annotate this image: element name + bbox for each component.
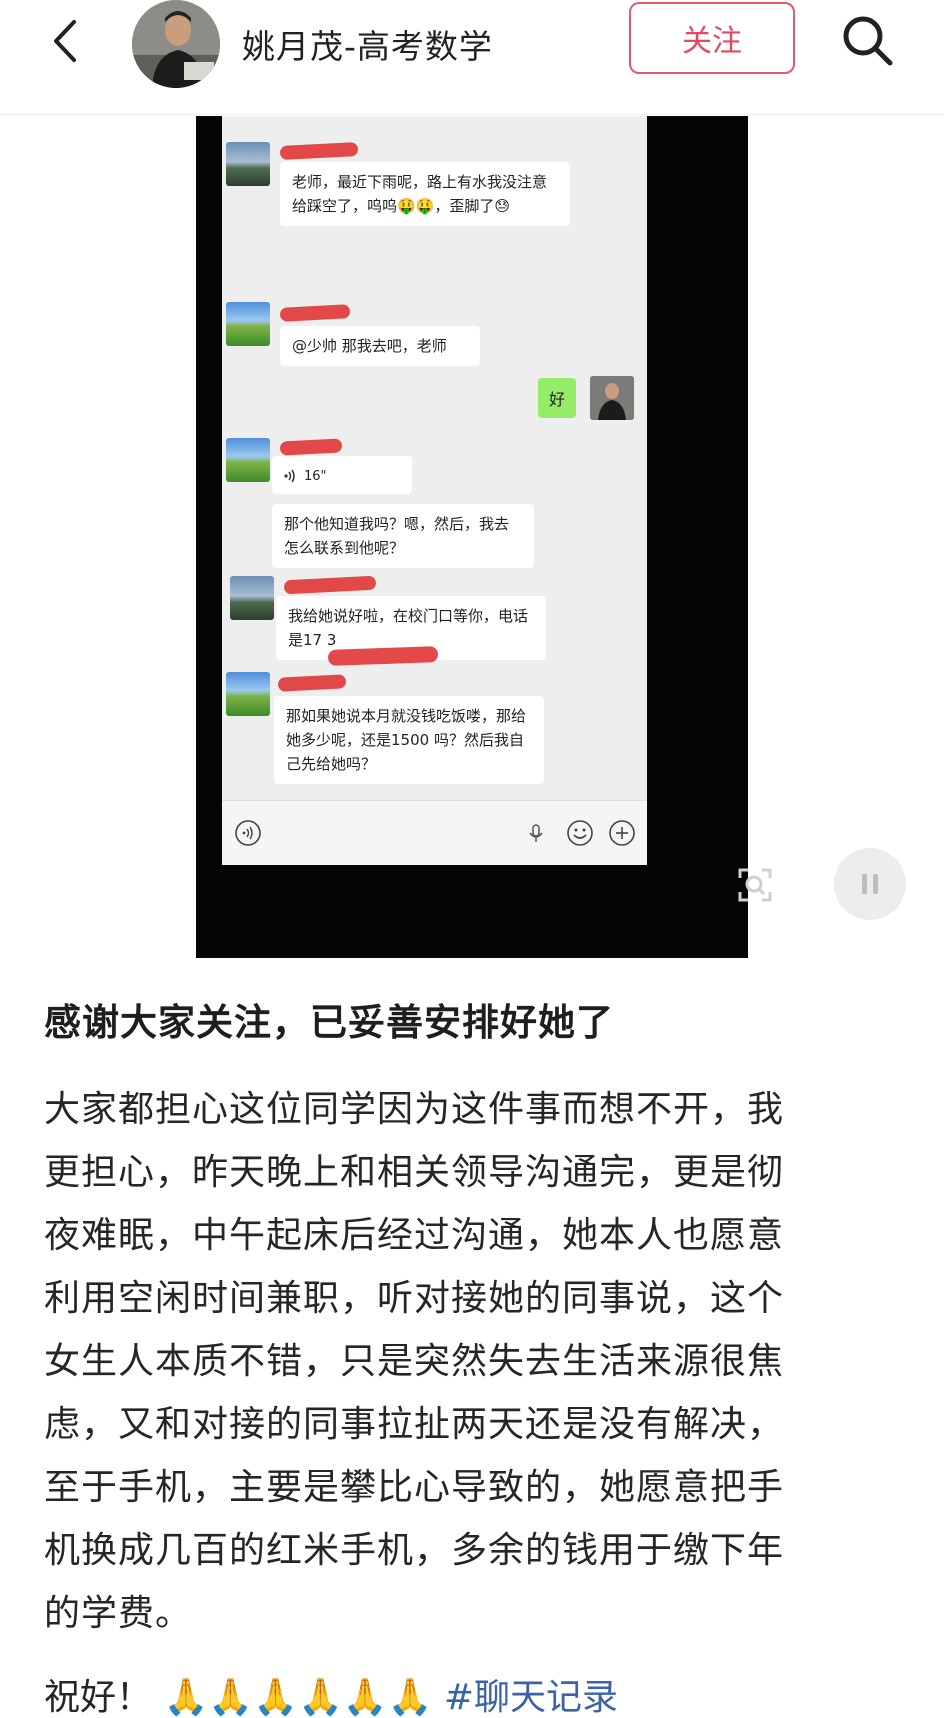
top-bar: 姚月茂-高考数学 关注 <box>0 0 944 115</box>
plus-icon[interactable] <box>608 819 636 847</box>
voice-input-icon[interactable] <box>234 819 262 847</box>
post-body: 大家都担心这位同学因为这件事而想不开，我 更担心，昨天晚上和相关领导沟通完，更是… <box>44 1078 904 1645</box>
hashtag-link[interactable]: #聊天记录 <box>444 1677 618 1718</box>
post-body-line: 虑，又和对接的同事拉扯两天还是没有解决， <box>44 1404 785 1445</box>
redaction-mark <box>279 304 351 322</box>
emoji-icon[interactable] <box>566 819 594 847</box>
post-body-line: 女生人本质不错，只是突然失去生活来源很焦 <box>44 1341 785 1382</box>
post-body-line: 至于手机，主要是攀比心导致的，她愿意把手 <box>44 1467 785 1508</box>
chat-screenshot: 老师，最近下雨呢，路上有水我没注意给踩空了，呜呜🤑🤑，歪脚了😓 @少帅 那我去吧… <box>222 116 647 864</box>
redaction-mark <box>277 674 347 692</box>
sender-avatar <box>226 302 270 346</box>
sender-avatar <box>226 672 270 716</box>
follow-button[interactable]: 关注 <box>629 2 795 74</box>
search-icon[interactable] <box>838 12 898 72</box>
post-body-line: 的学费。 <box>44 1593 193 1634</box>
self-avatar <box>590 376 634 420</box>
voice-message[interactable]: 16" <box>272 456 412 494</box>
scan-icon <box>738 868 772 902</box>
pause-button[interactable] <box>834 848 906 920</box>
voice-duration: 16" <box>304 469 327 484</box>
voice-icon <box>284 469 295 482</box>
microphone-icon[interactable] <box>526 819 546 847</box>
screenshot-recognize-button[interactable] <box>718 848 792 922</box>
back-arrow-icon[interactable] <box>42 16 92 66</box>
post-body-line: 利用空闲时间兼职，听对接她的同事说，这个 <box>44 1278 785 1319</box>
chat-message-self: 好 <box>538 378 576 418</box>
sender-avatar <box>230 576 274 620</box>
redaction-mark <box>283 575 377 595</box>
chat-input-bar <box>222 800 647 865</box>
chat-message: 那如果她说本月就没钱吃饭喽，那给她多少呢，还是1500 吗？然后我自己先给她吗？ <box>274 696 544 784</box>
pause-icon <box>862 874 878 894</box>
author-name[interactable]: 姚月茂-高考数学 <box>242 20 493 68</box>
prayer-emoji: 🙏🙏🙏🙏🙏🙏 <box>163 1677 433 1718</box>
post-body-line: 机换成几百的红米手机，多余的钱用于缴下年 <box>44 1530 785 1571</box>
redaction-mark <box>279 141 359 161</box>
closing-line: 祝好！ 🙏🙏🙏🙏🙏🙏 #聊天记录 <box>44 1678 618 1718</box>
chat-message: 老师，最近下雨呢，路上有水我没注意给踩空了，呜呜🤑🤑，歪脚了😓 <box>280 162 570 226</box>
redaction-mark <box>327 646 439 666</box>
sender-avatar <box>226 142 270 186</box>
post-body-line: 大家都担心这位同学因为这件事而想不开，我 <box>44 1089 785 1130</box>
chat-message: @少帅 那我去吧，老师 <box>280 326 480 366</box>
post-title: 感谢大家关注，已妥善安排好她了 <box>44 1001 614 1044</box>
closing-text: 祝好！ <box>44 1677 153 1718</box>
post-body-line: 夜难眠，中午起床后经过沟通，她本人也愿意 <box>44 1215 785 1256</box>
sender-avatar <box>226 438 270 482</box>
post-body-line: 更担心，昨天晚上和相关领导沟通完，更是彻 <box>44 1152 785 1193</box>
author-avatar[interactable] <box>132 0 220 88</box>
redaction-mark <box>279 438 343 456</box>
chat-message: 那个他知道我吗？嗯，然后，我去怎么联系到他呢？ <box>272 504 534 568</box>
